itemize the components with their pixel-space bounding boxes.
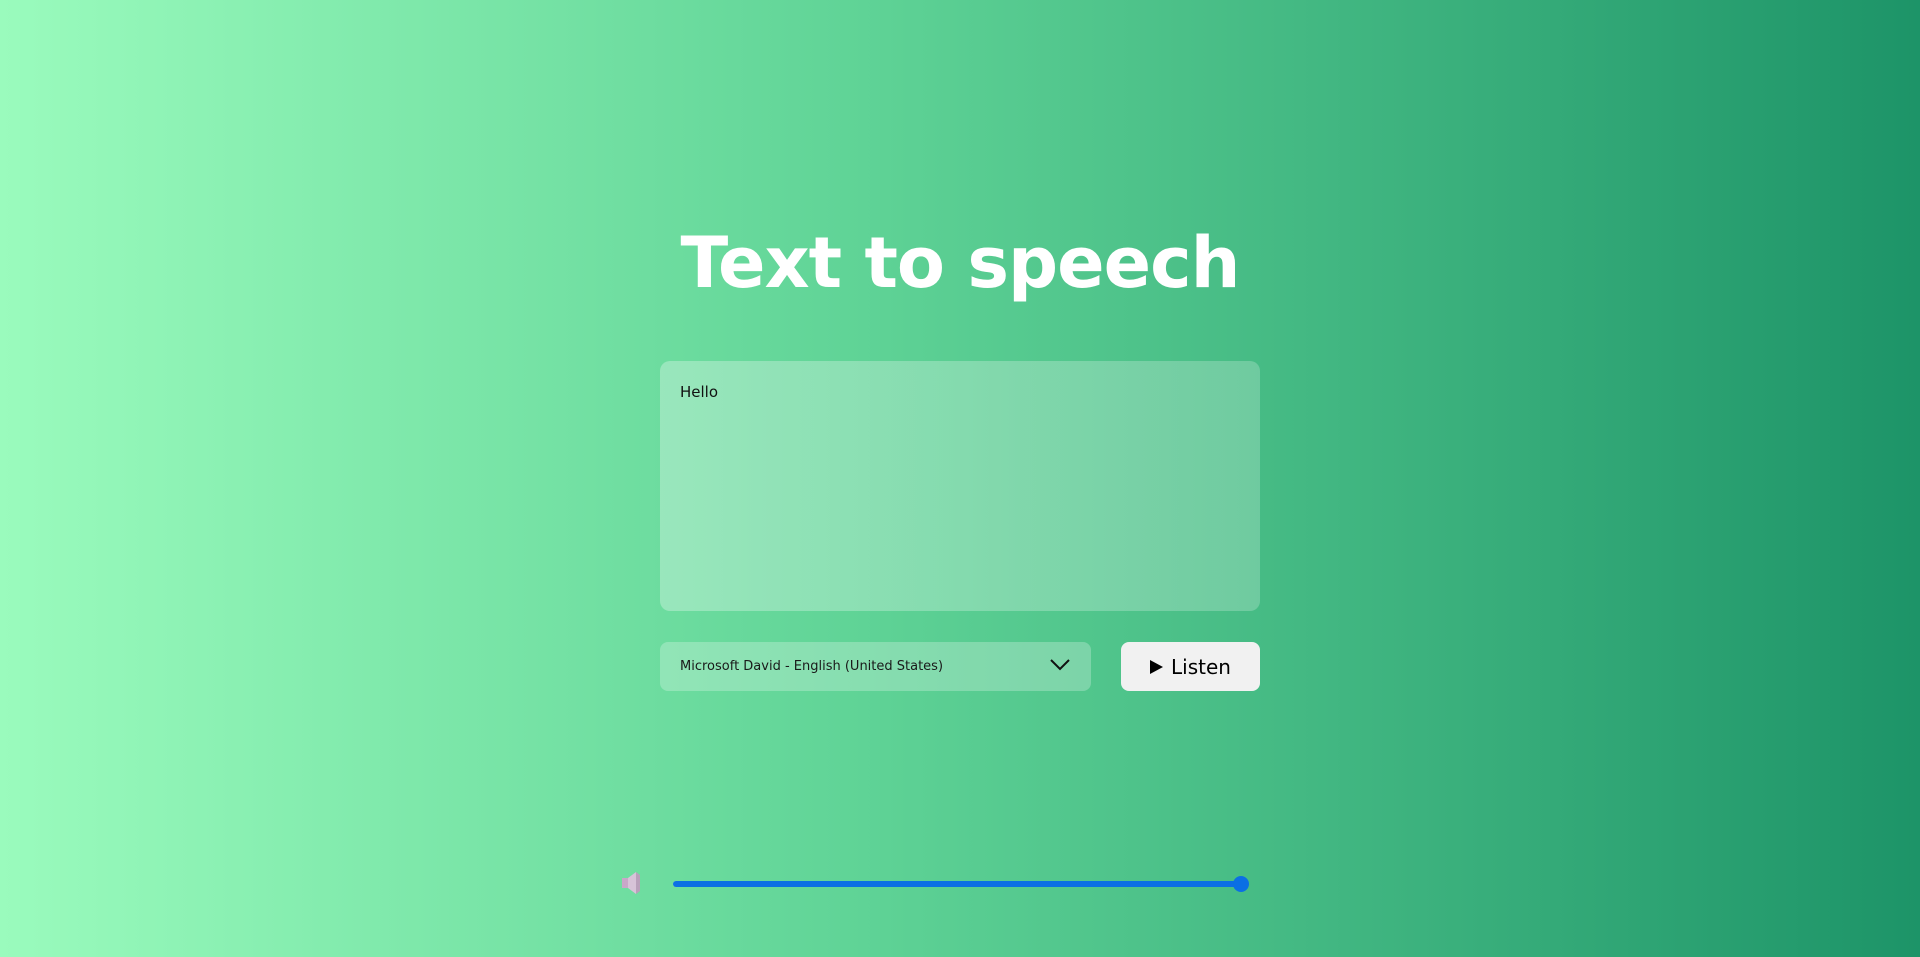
listen-button-label: Listen	[1171, 654, 1231, 679]
volume-control	[618, 864, 1258, 904]
volume-slider-thumb[interactable]	[1233, 876, 1249, 892]
voice-select-value: Microsoft David - English (United States…	[680, 659, 944, 674]
play-icon	[1150, 659, 1164, 674]
page-title: Text to speech	[680, 222, 1241, 304]
listen-button[interactable]: Listen	[1121, 642, 1260, 691]
speaker-icon[interactable]	[620, 870, 646, 896]
speech-text-input[interactable]	[660, 361, 1260, 611]
volume-slider[interactable]	[673, 876, 1249, 892]
voice-select[interactable]: Microsoft David - English (United States…	[660, 642, 1091, 691]
chevron-down-icon	[1050, 659, 1070, 671]
controls-row: Microsoft David - English (United States…	[660, 642, 1260, 691]
volume-slider-fill	[673, 881, 1241, 887]
